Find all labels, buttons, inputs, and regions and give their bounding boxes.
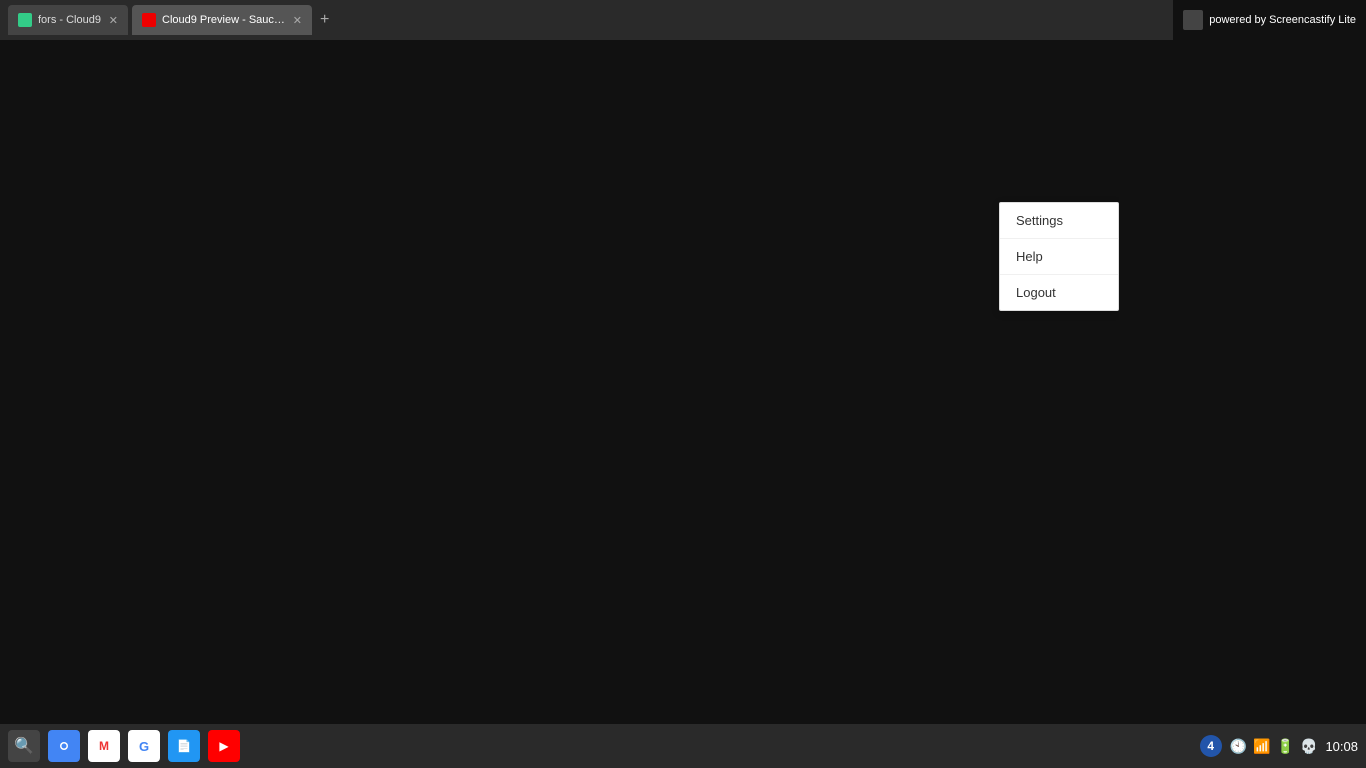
docs-taskbar-icon[interactable]: 📄 xyxy=(168,730,200,762)
tab-favicon-roblox xyxy=(142,13,156,27)
skull-icon: 💀 xyxy=(1300,738,1317,755)
new-tab-button[interactable]: + xyxy=(316,11,333,29)
tab-favicon-cloud9 xyxy=(18,13,32,27)
screencastify-badge: powered by Screencastify Lite xyxy=(1173,0,1366,40)
os-title-bar: fors - Cloud9 ✕ Cloud9 Preview - Sauce L… xyxy=(0,0,1366,40)
system-tray: 4 🕙 📶 🔋 💀 10:08 xyxy=(1200,735,1358,757)
gmail-taskbar-icon[interactable]: M xyxy=(88,730,120,762)
taskbar: 🔍 M G 📄 ▶ 4 🕙 📶 🔋 💀 10:08 xyxy=(0,724,1366,768)
desktop-background xyxy=(0,40,1366,724)
chrome-taskbar-icon[interactable] xyxy=(48,730,80,762)
help-menu-item[interactable]: Help xyxy=(1000,239,1118,275)
logout-menu-item[interactable]: Logout xyxy=(1000,275,1118,310)
settings-dropdown: Settings Help Logout xyxy=(999,202,1119,311)
system-clock: 10:08 xyxy=(1325,739,1358,754)
settings-menu-item[interactable]: Settings xyxy=(1000,203,1118,239)
search-taskbar-icon[interactable]: 🔍 xyxy=(8,730,40,762)
tray-status-icons: 🕙 📶 🔋 💀 xyxy=(1230,738,1318,755)
browser-tabs: fors - Cloud9 ✕ Cloud9 Preview - Sauce L… xyxy=(8,5,333,35)
tab-close-saucelabs[interactable]: ✕ xyxy=(293,14,302,27)
battery-icon: 🔋 xyxy=(1277,738,1294,755)
tab-cloud9[interactable]: fors - Cloud9 ✕ xyxy=(8,5,128,35)
tab-saucelabs[interactable]: Cloud9 Preview - Sauce La... ✕ xyxy=(132,5,312,35)
google-taskbar-icon[interactable]: G xyxy=(128,730,160,762)
youtube-taskbar-icon[interactable]: ▶ xyxy=(208,730,240,762)
tray-badge: 4 xyxy=(1200,735,1222,757)
screencastify-icon xyxy=(1183,10,1203,30)
wifi-icon: 📶 xyxy=(1253,738,1270,755)
clock-icon: 🕙 xyxy=(1230,738,1247,755)
tab-close-cloud9[interactable]: ✕ xyxy=(109,14,118,27)
